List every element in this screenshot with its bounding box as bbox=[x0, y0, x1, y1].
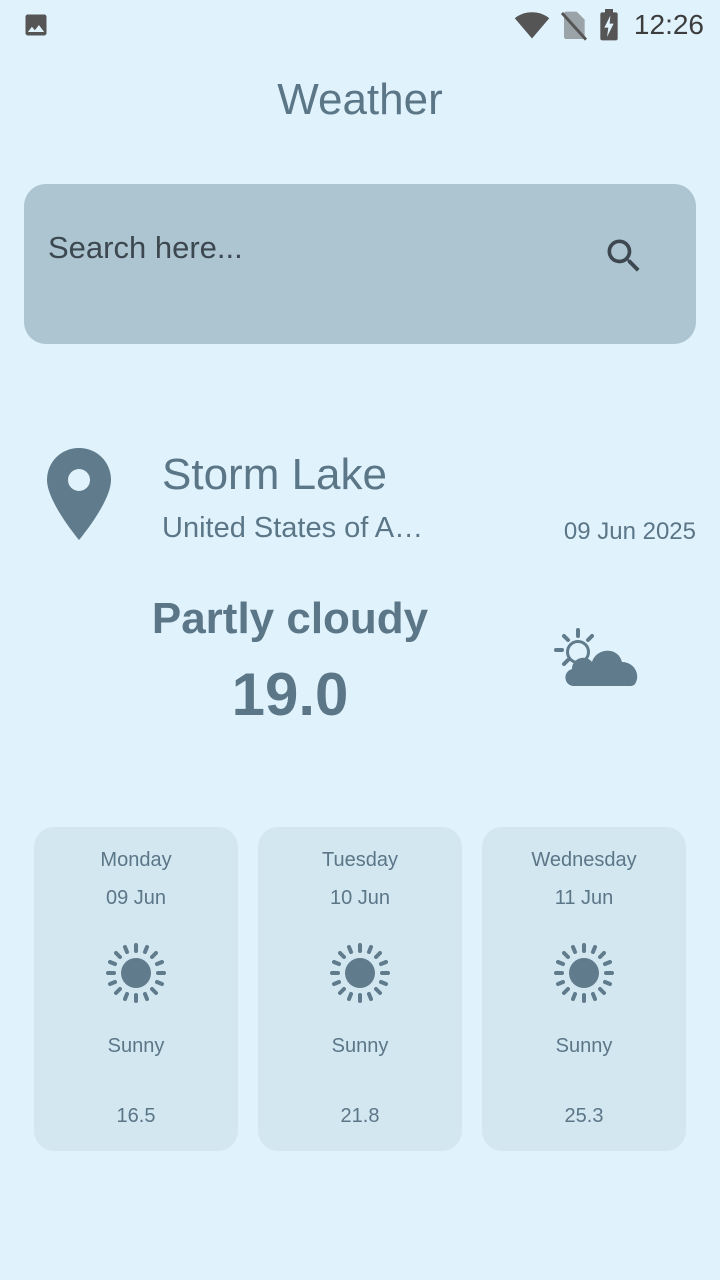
image-icon bbox=[25, 14, 47, 36]
no-sim-icon bbox=[560, 11, 588, 41]
search-input[interactable] bbox=[48, 224, 588, 272]
sun-icon bbox=[330, 943, 390, 1003]
forecast-card[interactable]: Monday 09 Jun Sunny 16.5 bbox=[34, 827, 238, 1151]
forecast-condition: Sunny bbox=[331, 1035, 389, 1057]
current-condition: Partly cloudy bbox=[151, 594, 429, 643]
forecast-temperature: 21.8 bbox=[340, 1105, 380, 1127]
forecast-temperature: 25.3 bbox=[564, 1105, 604, 1127]
search-icon[interactable] bbox=[602, 234, 646, 278]
sun-icon bbox=[106, 943, 166, 1003]
forecast-date: 11 Jun bbox=[554, 887, 614, 909]
forecast-condition: Sunny bbox=[107, 1035, 165, 1057]
sun-icon bbox=[554, 943, 614, 1003]
forecast-day: Wednesday bbox=[531, 849, 637, 871]
battery-charging-icon bbox=[600, 9, 618, 41]
current-temperature: 19.0 bbox=[231, 661, 349, 728]
country-name: United States of America bbox=[162, 512, 437, 544]
weather-screen: 12:26 Weather Storm Lake United States o… bbox=[0, 0, 720, 1280]
forecast-date: 09 Jun bbox=[105, 887, 167, 909]
forecast-card[interactable]: Wednesday 11 Jun Sunny 25.3 bbox=[482, 827, 686, 1151]
status-bar: 12:26 bbox=[0, 0, 720, 50]
wifi-icon bbox=[514, 12, 550, 39]
city-name: Storm Lake bbox=[162, 450, 387, 499]
partly-cloudy-icon bbox=[554, 628, 638, 686]
search-box[interactable] bbox=[24, 184, 696, 344]
location-pin-icon bbox=[47, 448, 111, 540]
forecast-day: Monday bbox=[100, 849, 172, 871]
forecast-date: 10 Jun bbox=[329, 887, 391, 909]
forecast-list: Monday 09 Jun Sunny 16.5 Tuesday 10 Jun … bbox=[34, 827, 686, 1151]
forecast-condition: Sunny bbox=[555, 1035, 613, 1057]
forecast-card[interactable]: Tuesday 10 Jun Sunny 21.8 bbox=[258, 827, 462, 1151]
current-date: 09 Jun 2025 bbox=[563, 518, 696, 545]
app-title: Weather bbox=[277, 75, 443, 124]
status-time: 12:26 bbox=[633, 9, 704, 40]
status-icons: 12:26 bbox=[514, 6, 704, 44]
forecast-temperature: 16.5 bbox=[116, 1105, 156, 1127]
forecast-day: Tuesday bbox=[322, 849, 398, 871]
